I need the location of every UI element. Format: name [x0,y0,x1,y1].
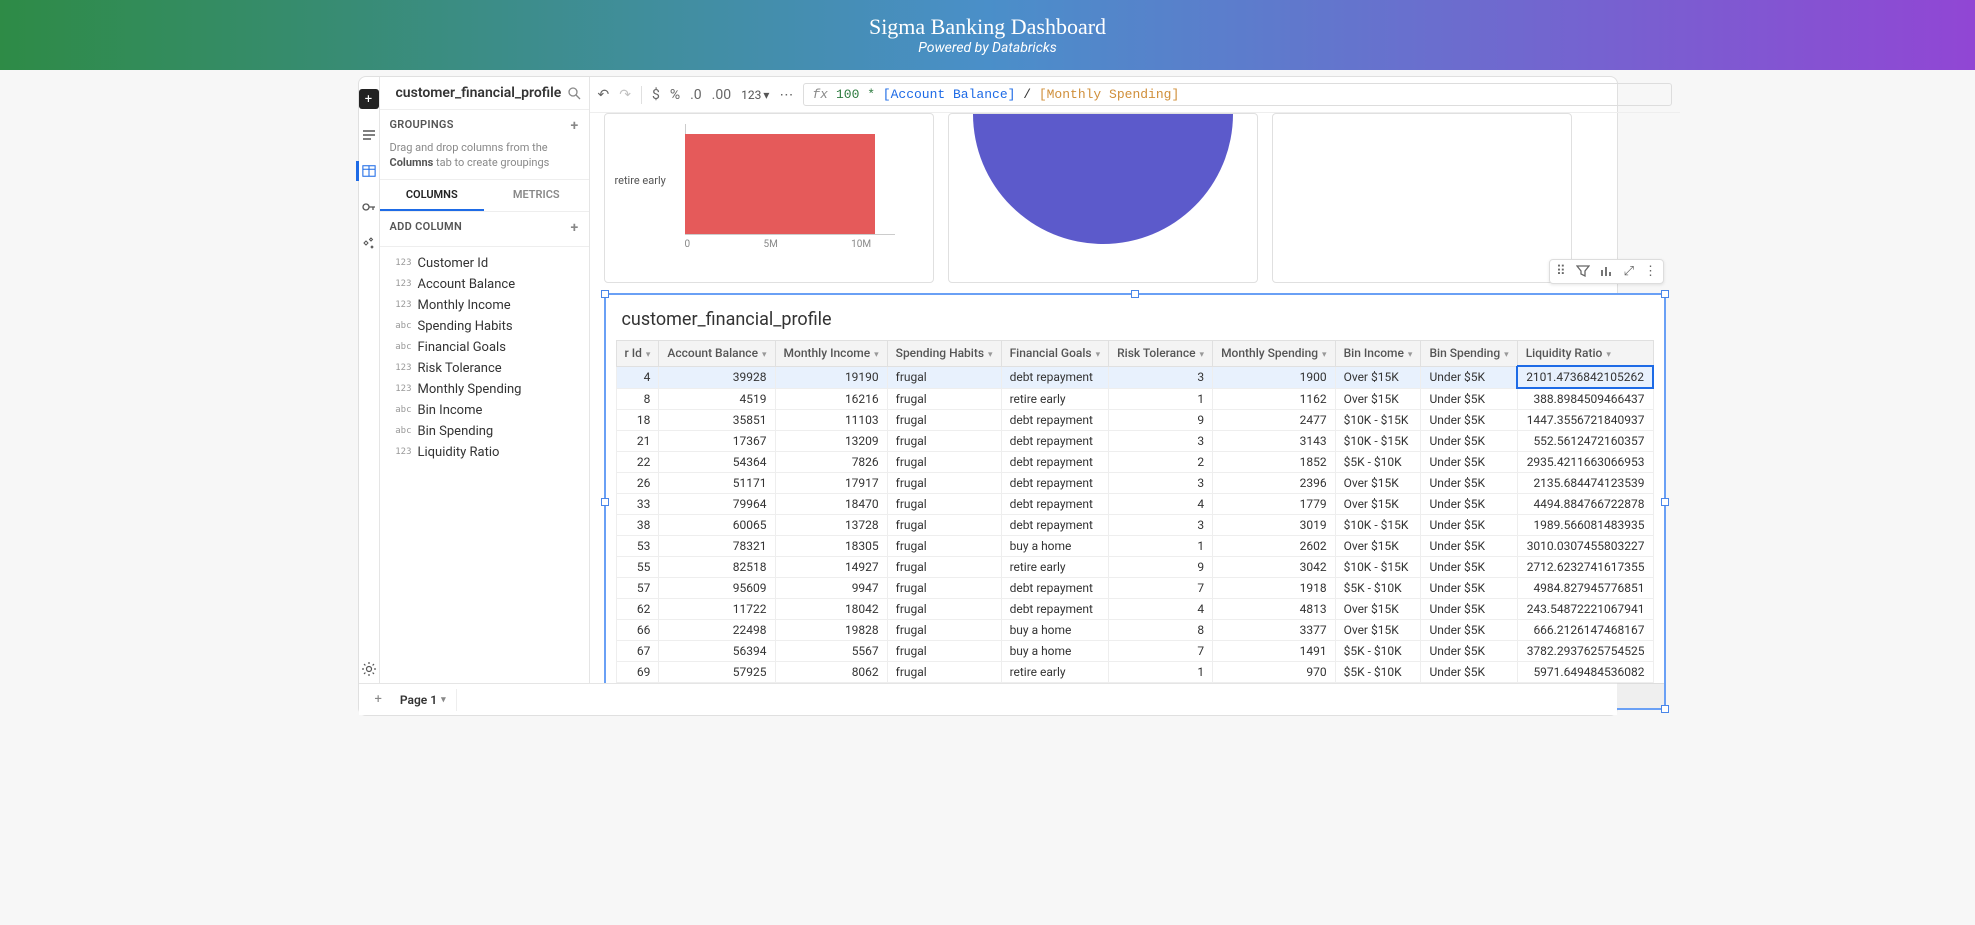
number-format-dropdown[interactable]: 123 ▾ [741,88,769,102]
key-icon[interactable] [359,197,379,217]
column-header[interactable]: Spending Habits▾ [887,341,1001,367]
formula-bar[interactable]: fx 100 * [Account Balance] / [Monthly Sp… [803,83,1672,106]
column-list: 123Customer Id123Account Balance123Month… [380,247,589,686]
table-row[interactable]: 337996418470frugaldebt repayment41779Ove… [616,494,1653,515]
column-header[interactable]: Risk Tolerance▾ [1109,341,1213,367]
main-area: ↶ ↷ $ % .0 .00 123 ▾ ⋯ fx 100 * [Account… [590,77,1681,715]
table-row[interactable]: 265117117917frugaldebt repayment32396Ove… [616,473,1653,494]
column-header[interactable]: Monthly Income▾ [775,341,887,367]
column-item[interactable]: 123Monthly Spending [390,379,579,400]
banner: Sigma Banking Dashboard Powered by Datab… [0,0,1975,70]
empty-widget[interactable] [1272,113,1572,283]
table-row[interactable]: 22543647826frugaldebt repayment21852$5K … [616,452,1653,473]
groupings-hint: Drag and drop columns from the Columns t… [390,140,579,171]
table-row[interactable]: 67563945567frugalbuy a home71491$5K - $1… [616,641,1653,662]
column-item[interactable]: abcBin Income [390,400,579,421]
add-page-button[interactable]: + [367,692,390,707]
column-item[interactable]: 123Liquidity Ratio [390,442,579,463]
expand-icon[interactable]: ⤢ [1624,264,1634,279]
sparkle-icon[interactable] [359,233,379,253]
column-item[interactable]: 123Account Balance [390,274,579,295]
column-item[interactable]: 123Risk Tolerance [390,358,579,379]
add-grouping-button[interactable]: + [571,118,579,134]
fx-icon: fx [812,87,828,102]
column-item[interactable]: abcFinancial Goals [390,337,579,358]
tab-metrics[interactable]: METRICS [484,180,589,211]
decimal-dec-button[interactable]: .0 [690,87,702,103]
column-item[interactable]: abcBin Spending [390,421,579,442]
table-row[interactable]: 183585111103frugaldebt repayment92477$10… [616,410,1653,431]
panel-header: customer_financial_profile [380,77,589,110]
banner-title: Sigma Banking Dashboard [869,14,1106,40]
more-button[interactable]: ⋯ [779,87,793,103]
add-column-button[interactable]: + [571,220,579,236]
column-header[interactable]: Liquidity Ratio▾ [1517,341,1653,367]
table-icon[interactable] [356,161,376,181]
add-column-label: ADD COLUMN [390,220,463,236]
percent-button[interactable]: % [670,87,680,103]
toolbar: ↶ ↷ $ % .0 .00 123 ▾ ⋯ fx 100 * [Account… [590,77,1681,113]
icon-rail: + [359,77,380,715]
page-tabs: + Page 1 ▾ [359,683,1617,715]
filter-icon[interactable] [1576,264,1590,279]
column-header[interactable]: Financial Goals▾ [1001,341,1109,367]
page-tab-1[interactable]: Page 1 ▾ [390,689,457,711]
menu-icon[interactable] [359,125,379,145]
table-row[interactable]: 537832118305frugalbuy a home12602Over $1… [616,536,1653,557]
column-header[interactable]: Monthly Spending▾ [1213,341,1336,367]
pie-segment [973,114,1233,244]
panel-tabs: COLUMNS METRICS [380,180,589,212]
table-row[interactable]: 386006513728frugaldebt repayment33019$10… [616,515,1653,536]
column-header[interactable]: r Id▾ [616,341,659,367]
canvas[interactable]: retire early 0 5M 10M 15M [590,113,1681,715]
search-icon[interactable] [567,86,581,100]
tab-columns[interactable]: COLUMNS [380,180,485,211]
data-table: r Id▾Account Balance▾Monthly Income▾Spen… [616,340,1655,683]
add-element-button[interactable]: + [359,89,379,109]
column-header[interactable]: Bin Spending▾ [1421,341,1517,367]
column-item[interactable]: 123Monthly Income [390,295,579,316]
table-row[interactable]: 57956099947frugaldebt repayment71918$5K … [616,578,1653,599]
bar-segment [685,134,875,234]
table-title[interactable]: customer_financial_profile [606,295,1665,340]
formula-text: 100 * [Account Balance] / [Monthly Spend… [836,87,1179,102]
table-widget[interactable]: ⠿ ⤢ ⋮ customer_financial_profile r Id▾Ac… [604,293,1667,710]
redo-button[interactable]: ↷ [619,87,631,103]
table-row[interactable]: 558251814927frugalretire early93042$10K … [616,557,1653,578]
table-row[interactable]: 621172218042frugaldebt repayment44813Ove… [616,599,1653,620]
groupings-section: GROUPINGS + Drag and drop columns from t… [380,110,589,180]
table-row[interactable]: 8451916216frugalretire early11162Over $1… [616,388,1653,410]
chevron-down-icon[interactable]: ▾ [441,695,446,705]
bar-chart-widget[interactable]: retire early 0 5M 10M 15M [604,113,934,283]
pie-chart-widget[interactable] [948,113,1258,283]
chart-icon[interactable] [1600,264,1614,279]
banner-subtitle: Powered by Databricks [918,40,1056,56]
table-row[interactable]: 43992819190frugaldebt repayment31900Over… [616,366,1653,388]
column-header[interactable]: Account Balance▾ [659,341,775,367]
table-row[interactable]: 69579258062frugalretire early1970$5K - $… [616,662,1653,683]
side-panel: customer_financial_profile GROUPINGS + D… [380,77,590,715]
gear-icon[interactable] [359,659,379,679]
currency-button[interactable]: $ [652,87,660,103]
column-header[interactable]: Bin Income▾ [1335,341,1421,367]
column-item[interactable]: 123Customer Id [390,253,579,274]
column-item[interactable]: abcSpending Habits [390,316,579,337]
app-window: + customer_financial_profile GROUPINGS +… [358,76,1618,716]
undo-button[interactable]: ↶ [598,87,610,103]
table-row[interactable]: 662249819828frugalbuy a home83377Over $1… [616,620,1653,641]
decimal-inc-button[interactable]: .00 [712,87,731,103]
table-row[interactable]: 211736713209frugaldebt repayment33143$10… [616,431,1653,452]
kebab-icon[interactable]: ⋮ [1644,264,1657,279]
groupings-label: GROUPINGS [390,118,454,134]
drag-handle-icon[interactable]: ⠿ [1556,264,1566,279]
dataset-title: customer_financial_profile [396,85,562,101]
bar-category-label: retire early [615,174,666,187]
widget-toolbar: ⠿ ⤢ ⋮ [1549,259,1664,284]
